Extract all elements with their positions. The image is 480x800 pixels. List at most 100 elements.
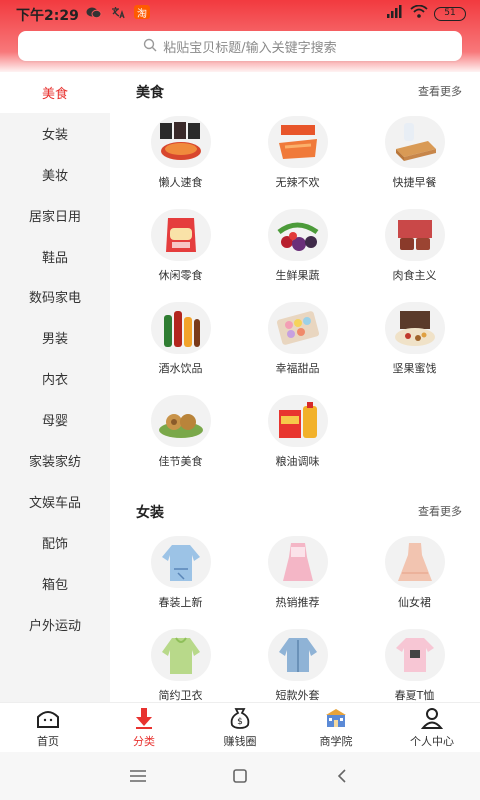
tab-earn-money[interactable]: $ 赚钱圈 — [192, 703, 288, 752]
subcategory-label: 肉食主义 — [392, 269, 437, 282]
spring-top-image — [150, 536, 211, 588]
view-more-link[interactable]: 查看更多 — [418, 83, 462, 99]
subcategory-item[interactable]: 短款外套 — [239, 621, 356, 702]
grain-oil-image — [267, 395, 328, 447]
status-time: 下午2:29 — [16, 8, 79, 24]
home-icon — [35, 707, 61, 729]
search-placeholder: 粘贴宝贝标题/输入关键字搜索 — [163, 40, 337, 56]
battery-icon: 51 — [434, 6, 466, 21]
food-grid: 懒人速食 无辣不欢 快捷早餐 休闲零食 生鲜果蔬 肉食主义 酒水饮品 幸福甜品 … — [110, 108, 480, 472]
tab-business-school[interactable]: 商学院 — [288, 703, 384, 752]
subcategory-item[interactable]: 春装上新 — [122, 528, 239, 613]
subcategory-label: 休闲零食 — [158, 269, 203, 282]
tab-label: 个人中心 — [410, 734, 454, 748]
subcategory-item[interactable]: 春夏T恤 — [356, 621, 473, 702]
subcategory-label: 生鲜果蔬 — [275, 269, 320, 282]
subcategory-item[interactable]: 仙女裙 — [356, 528, 473, 613]
subcategory-label: 热销推荐 — [275, 596, 320, 609]
subcategory-label: 粮油调味 — [275, 455, 320, 468]
womens-grid: 春装上新 热销推荐 仙女裙 简约卫衣 短款外套 春夏T恤 — [110, 528, 480, 702]
sidebar-item-digital[interactable]: 数码家电 — [0, 276, 110, 317]
search-bar[interactable]: 粘贴宝贝标题/输入关键字搜索 — [18, 31, 462, 61]
profile-icon — [419, 707, 445, 729]
subcategory-label: 短款外套 — [275, 689, 320, 702]
status-right: 51 — [386, 4, 466, 22]
hot-sale-image — [267, 536, 328, 588]
subcategory-label: 快捷早餐 — [392, 176, 437, 189]
subcategory-label: 春夏T恤 — [394, 689, 435, 702]
subcategory-item[interactable]: 酒水饮品 — [122, 294, 239, 379]
subcategory-item[interactable]: 简约卫衣 — [122, 621, 239, 702]
snacks-image — [150, 209, 211, 261]
nuts-image — [384, 302, 445, 354]
back-button[interactable] — [331, 765, 353, 787]
taobao-icon: 淘 — [134, 5, 150, 20]
sidebar-item-underwear[interactable]: 内衣 — [0, 358, 110, 399]
sidebar-item-entertainment-car[interactable]: 文娱车品 — [0, 481, 110, 522]
subcategory-label: 春装上新 — [158, 596, 203, 609]
signal-icon — [386, 5, 404, 22]
sidebar-item-outdoor[interactable]: 户外运动 — [0, 604, 110, 645]
subcategory-item[interactable]: 热销推荐 — [239, 528, 356, 613]
dessert-image — [267, 302, 328, 354]
money-bag-icon: $ — [227, 707, 253, 729]
subcategory-item[interactable]: 粮油调味 — [239, 387, 356, 472]
wifi-icon — [410, 4, 428, 22]
tab-label: 首页 — [37, 734, 59, 748]
view-more-link[interactable]: 查看更多 — [418, 503, 462, 519]
sidebar-item-home-textiles[interactable]: 家装家纺 — [0, 440, 110, 481]
festival-food-image — [150, 395, 211, 447]
subcategory-label: 无辣不欢 — [275, 176, 320, 189]
section-header-food: 美食 查看更多 — [110, 72, 480, 108]
header: 下午2:29 淘 51 粘贴宝贝标题/输入关键字搜索 — [0, 0, 480, 74]
section-header-womens: 女装 查看更多 — [110, 492, 480, 528]
category-arrow-icon — [131, 707, 157, 729]
subcategory-item[interactable]: 无辣不欢 — [239, 108, 356, 193]
subcategory-item[interactable]: 幸福甜品 — [239, 294, 356, 379]
subcategory-item[interactable]: 休闲零食 — [122, 201, 239, 286]
subcategory-label: 仙女裙 — [398, 596, 431, 609]
sidebar-item-bags[interactable]: 箱包 — [0, 563, 110, 604]
tab-label: 分类 — [133, 734, 155, 748]
home-button[interactable] — [229, 765, 251, 787]
sidebar-item-womens-clothing[interactable]: 女装 — [0, 113, 110, 154]
subcategory-item[interactable]: 懒人速食 — [122, 108, 239, 193]
subcategory-item[interactable]: 佳节美食 — [122, 387, 239, 472]
subcategory-label: 简约卫衣 — [158, 689, 203, 702]
subcategory-label: 懒人速食 — [158, 176, 203, 189]
spicy-food-image — [267, 116, 328, 168]
sidebar-item-shoes[interactable]: 鞋品 — [0, 236, 110, 277]
bottom-tab-bar: 首页 分类 $ 赚钱圈 商学院 个人中心 — [0, 702, 480, 752]
sidebar-item-food[interactable]: 美食 — [0, 72, 110, 113]
sidebar-item-baby[interactable]: 母婴 — [0, 399, 110, 440]
subcategory-item[interactable]: 坚果蜜饯 — [356, 294, 473, 379]
section-title: 美食 — [136, 85, 164, 101]
tab-home[interactable]: 首页 — [0, 703, 96, 752]
sidebar-item-household[interactable]: 居家日用 — [0, 195, 110, 236]
sidebar-item-beauty[interactable]: 美妆 — [0, 154, 110, 195]
wechat-icon — [86, 5, 102, 19]
sidebar-item-mens-clothing[interactable]: 男装 — [0, 317, 110, 358]
status-bar: 下午2:29 淘 51 — [0, 0, 480, 26]
subcategory-label: 佳节美食 — [158, 455, 203, 468]
fresh-produce-image — [267, 209, 328, 261]
subcategory-label: 酒水饮品 — [158, 362, 203, 375]
subcategory-label: 幸福甜品 — [275, 362, 320, 375]
hoodie-image — [150, 629, 211, 681]
tshirt-image — [384, 629, 445, 681]
subcategory-item[interactable]: 肉食主义 — [356, 201, 473, 286]
screen: 下午2:29 淘 51 粘贴宝贝标题/输入关键字搜索 美食 女装 美妆 居家日用… — [0, 0, 480, 800]
breakfast-image — [384, 116, 445, 168]
short-jacket-image — [267, 629, 328, 681]
sidebar-item-accessories[interactable]: 配饰 — [0, 522, 110, 563]
notification-icons: 淘 — [86, 5, 150, 20]
instant-food-image — [150, 116, 211, 168]
menu-button[interactable] — [127, 765, 149, 787]
drinks-image — [150, 302, 211, 354]
subcategory-item[interactable]: 快捷早餐 — [356, 108, 473, 193]
school-icon — [323, 707, 349, 729]
subcategory-item[interactable]: 生鲜果蔬 — [239, 201, 356, 286]
category-sidebar: 美食 女装 美妆 居家日用 鞋品 数码家电 男装 内衣 母婴 家装家纺 文娱车品… — [0, 72, 110, 702]
tab-profile[interactable]: 个人中心 — [384, 703, 480, 752]
tab-category[interactable]: 分类 — [96, 703, 192, 752]
